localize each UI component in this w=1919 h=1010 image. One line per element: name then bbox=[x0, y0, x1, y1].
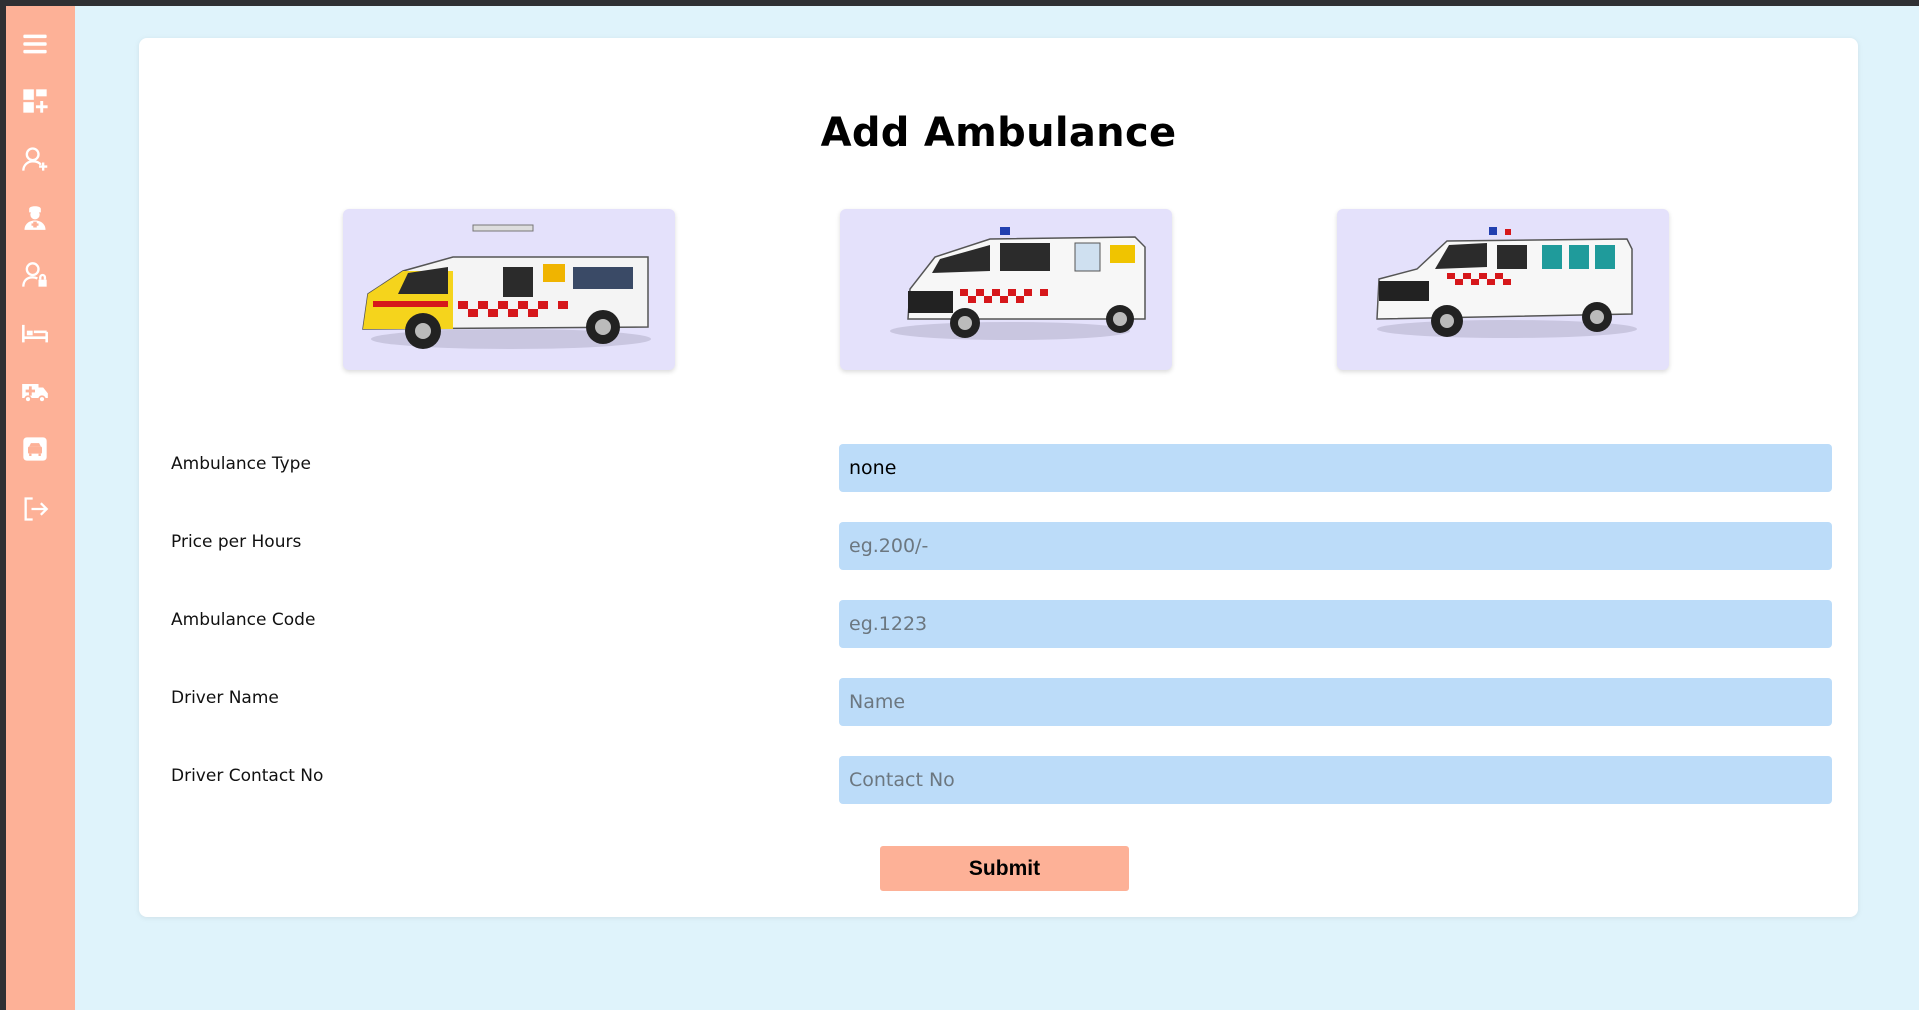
ambulance-van-image[interactable] bbox=[343, 209, 675, 370]
add-user-icon[interactable] bbox=[20, 144, 50, 174]
logout-icon[interactable] bbox=[20, 494, 50, 524]
driver-name-input[interactable] bbox=[839, 678, 1832, 726]
ambulance-type-label: Ambulance Type bbox=[171, 454, 311, 474]
ambulance-code-input[interactable] bbox=[839, 600, 1832, 648]
driver-contact-label: Driver Contact No bbox=[171, 766, 324, 786]
dashboard-add-icon[interactable] bbox=[20, 86, 50, 116]
page-title: Add Ambulance bbox=[820, 110, 1177, 156]
ambulance-suv-image[interactable] bbox=[1337, 209, 1669, 370]
ambulance-icon[interactable] bbox=[20, 376, 50, 406]
price-input[interactable] bbox=[839, 522, 1832, 570]
menu-icon[interactable] bbox=[20, 29, 50, 59]
sidebar bbox=[6, 6, 75, 1010]
driver-name-label: Driver Name bbox=[171, 688, 279, 708]
driver-contact-input[interactable] bbox=[839, 756, 1832, 804]
add-ambulance-card: Add Ambulance Ambulance Type none Price … bbox=[139, 38, 1858, 917]
price-label: Price per Hours bbox=[171, 532, 302, 552]
car-icon[interactable] bbox=[20, 434, 50, 464]
user-lock-icon[interactable] bbox=[20, 260, 50, 290]
ambulance-type-input[interactable] bbox=[839, 444, 1832, 492]
ambulance-code-label: Ambulance Code bbox=[171, 610, 316, 630]
submit-button[interactable]: Submit bbox=[880, 846, 1129, 891]
app-window: Add Ambulance Ambulance Type none Price … bbox=[6, 6, 1919, 1010]
bed-icon[interactable] bbox=[20, 318, 50, 348]
ambulance-minivan-image[interactable] bbox=[840, 209, 1172, 370]
doctor-icon[interactable] bbox=[20, 202, 50, 232]
